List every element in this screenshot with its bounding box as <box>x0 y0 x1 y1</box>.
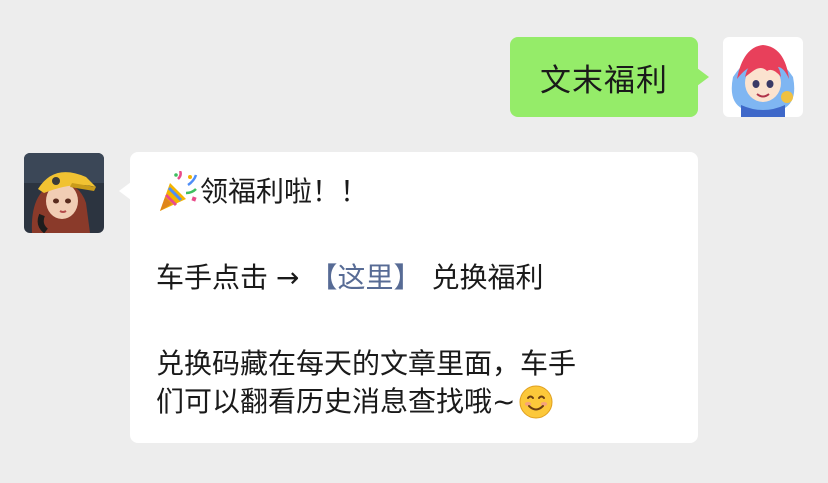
arrow-right-icon: → <box>276 261 300 294</box>
message-line-1-text: 领福利啦！！ <box>200 175 369 208</box>
outgoing-bubble-tail <box>697 68 709 86</box>
message-line-4-text: 们可以翻看历史消息查找哦~ <box>156 385 516 418</box>
smiling-face-icon <box>518 384 554 420</box>
message-line-2-suffix: 兑换福利 <box>431 261 544 294</box>
incoming-message-bubble[interactable]: 领福利啦！！ 车手点击 → 【 这里 】 兑换福利 兑换码藏在每天的文章里面，车… <box>130 152 698 443</box>
message-line-3-text: 兑换码藏在每天的文章里面，车手 <box>156 347 577 380</box>
message-line-3: 兑换码藏在每天的文章里面，车手 <box>156 344 576 384</box>
self-avatar-image <box>723 37 803 117</box>
self-avatar[interactable] <box>723 37 803 117</box>
link-bracket-close: 】 <box>393 261 422 294</box>
sender-avatar-image <box>24 153 104 233</box>
message-line-1: 领福利啦！！ <box>156 171 369 213</box>
message-line-4: 们可以翻看历史消息查找哦~ <box>156 382 554 422</box>
redeem-link[interactable]: 这里 <box>338 258 394 298</box>
party-popper-icon <box>156 171 198 213</box>
sender-avatar[interactable] <box>24 153 104 233</box>
link-bracket-open: 【 <box>309 261 338 294</box>
outgoing-message-text: 文末福利 <box>540 62 668 99</box>
message-line-2-prefix: 车手点击 <box>156 261 269 294</box>
outgoing-message-bubble[interactable]: 文末福利 <box>510 37 698 117</box>
message-line-2: 车手点击 → 【 这里 】 兑换福利 <box>156 258 544 298</box>
